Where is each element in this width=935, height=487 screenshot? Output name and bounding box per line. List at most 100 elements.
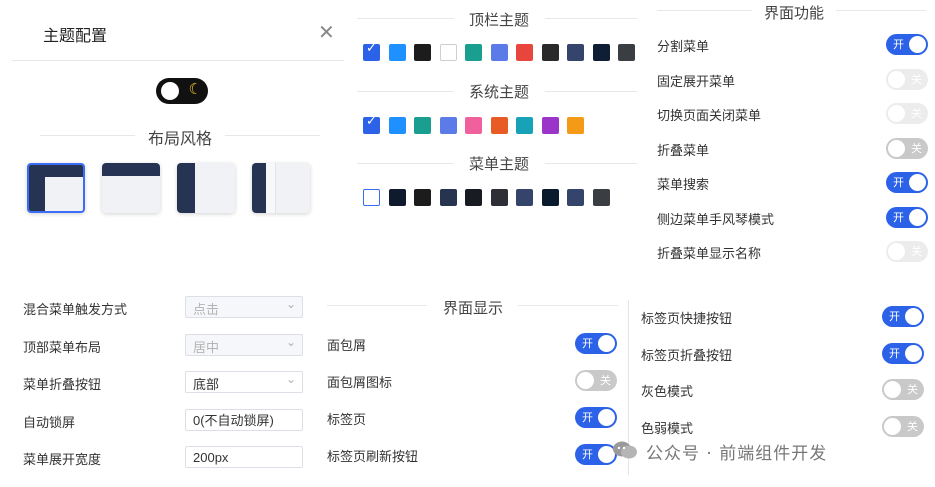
toggle-knob [888,70,905,88]
setting-label: 顶部菜单布局 [23,340,102,356]
setting-label: 灰色模式 [641,385,694,400]
header-theme-swatch[interactable] [567,44,584,61]
toggle-state-text: 开 [893,210,904,224]
toggle-switch[interactable]: 开 [886,206,928,228]
header-theme-swatch[interactable] [592,44,610,61]
display-title: 界面显示 [442,299,503,317]
toggle-state-text: 关 [911,72,922,86]
header-theme-swatch[interactable] [439,44,457,61]
toggle-switch[interactable]: 关 [882,379,924,400]
toggle-state-text: 开 [582,337,593,350]
header-theme-swatch[interactable] [541,44,559,61]
header-divider [12,60,344,61]
setting-label: 固定展开菜单 [657,74,736,90]
toggle-knob [884,417,901,435]
setting-label: 自动锁屏 [23,415,76,431]
setting-label: 标签页 [327,413,367,428]
select-value: 点击 [193,303,220,318]
header-theme-swatch[interactable] [490,44,508,61]
menu-theme-title: 菜单主题 [468,155,529,173]
layout-card-side[interactable] [177,163,235,213]
setting-label: 折叠菜单显示名称 [657,247,762,262]
toggle-switch[interactable]: 关 [882,415,924,437]
select-value: 居中 [193,340,220,356]
header-theme-swatch[interactable] [414,44,431,61]
system-theme-swatch[interactable]: ✓ [363,114,380,134]
system-theme-swatch[interactable] [465,117,482,134]
display-divider-left [327,305,427,306]
menu-theme-swatch[interactable] [388,189,406,206]
toggle-switch[interactable]: 关 [575,370,617,391]
moon-icon: ☾ [188,80,202,98]
header-theme-swatch[interactable] [516,44,533,61]
menu-theme-divider-left [357,163,454,164]
toggle-switch[interactable]: 开 [575,407,617,428]
toggle-switch[interactable]: 关 [886,137,928,159]
wechat-icon [612,440,638,460]
setting-label: 分割菜单 [657,40,710,55]
layout-card-double-side[interactable] [252,163,310,213]
setting-label: 面包屑图标 [327,376,393,391]
setting-label: 标签页折叠按钮 [641,348,733,364]
setting-select[interactable]: 底部 ⌄ [185,371,303,393]
setting-label: 面包屑 [327,339,367,354]
system-theme-swatch[interactable] [567,117,584,134]
toggle-switch[interactable]: 关 [886,68,928,90]
chevron-down-icon: ⌄ [285,334,296,349]
layout-card-mix[interactable] [27,163,85,213]
menu-theme-swatch[interactable] [490,189,508,206]
system-theme-divider-left [357,91,454,92]
menu-theme-swatch[interactable] [592,189,610,206]
setting-input[interactable] [185,408,303,431]
toggle-knob [909,174,926,191]
toggle-switch[interactable]: 开 [882,342,924,364]
menu-theme-swatch[interactable] [516,189,533,206]
toggle-state-text: 开 [893,38,904,51]
check-icon: ✓ [366,41,377,56]
setting-select: 居中 ⌄ [185,333,303,356]
toggle-switch[interactable]: 开 [886,172,928,193]
toggle-knob [905,344,922,362]
menu-theme-swatch[interactable] [439,189,457,206]
setting-label: 菜单搜索 [657,178,710,193]
layout-divider-right [225,135,320,136]
dark-mode-toggle[interactable]: ☾ [156,78,208,104]
toggle-switch[interactable]: 开 [575,333,617,354]
system-theme-swatch[interactable] [516,117,533,134]
menu-theme-swatch[interactable] [541,189,559,206]
system-theme-swatch[interactable] [490,117,508,134]
setting-label: 菜单展开宽度 [23,453,102,468]
toggle-switch[interactable]: 关 [886,103,928,124]
header-theme-swatch[interactable] [465,44,482,61]
toggle-knob [161,82,179,100]
header-theme-swatch[interactable] [618,44,635,61]
layout-title: 布局风格 [147,129,212,148]
toggle-knob [905,308,922,325]
toggle-switch[interactable]: 关 [886,241,928,262]
check-icon: ✓ [366,114,377,129]
close-icon[interactable]: ✕ [318,22,335,42]
setting-label: 侧边菜单手风琴模式 [657,212,775,228]
header-theme-swatch[interactable] [388,44,406,61]
toggle-switch[interactable]: 开 [886,34,928,55]
system-theme-swatch[interactable] [439,117,457,134]
toggle-knob [888,243,905,260]
menu-theme-swatch[interactable] [567,189,584,206]
toggle-switch[interactable]: 开 [575,444,617,465]
toggle-knob [598,335,615,352]
menu-theme-swatch[interactable] [465,189,482,206]
system-theme-swatch[interactable] [414,117,431,134]
system-theme-divider-right [545,91,637,92]
header-theme-swatch[interactable]: ✓ [363,41,380,61]
system-theme-swatch[interactable] [388,117,406,134]
chevron-down-icon: ⌄ [285,372,296,386]
setting-input[interactable] [185,446,303,468]
header-theme-divider-left [357,18,454,19]
layout-card-top[interactable] [102,163,160,213]
setting-label: 切换页面关闭菜单 [657,109,762,124]
system-theme-swatch[interactable] [541,117,559,134]
menu-theme-swatch[interactable] [414,189,431,206]
toggle-switch[interactable]: 开 [882,306,924,327]
menu-theme-swatch[interactable] [363,189,380,206]
toggle-knob [909,36,926,53]
